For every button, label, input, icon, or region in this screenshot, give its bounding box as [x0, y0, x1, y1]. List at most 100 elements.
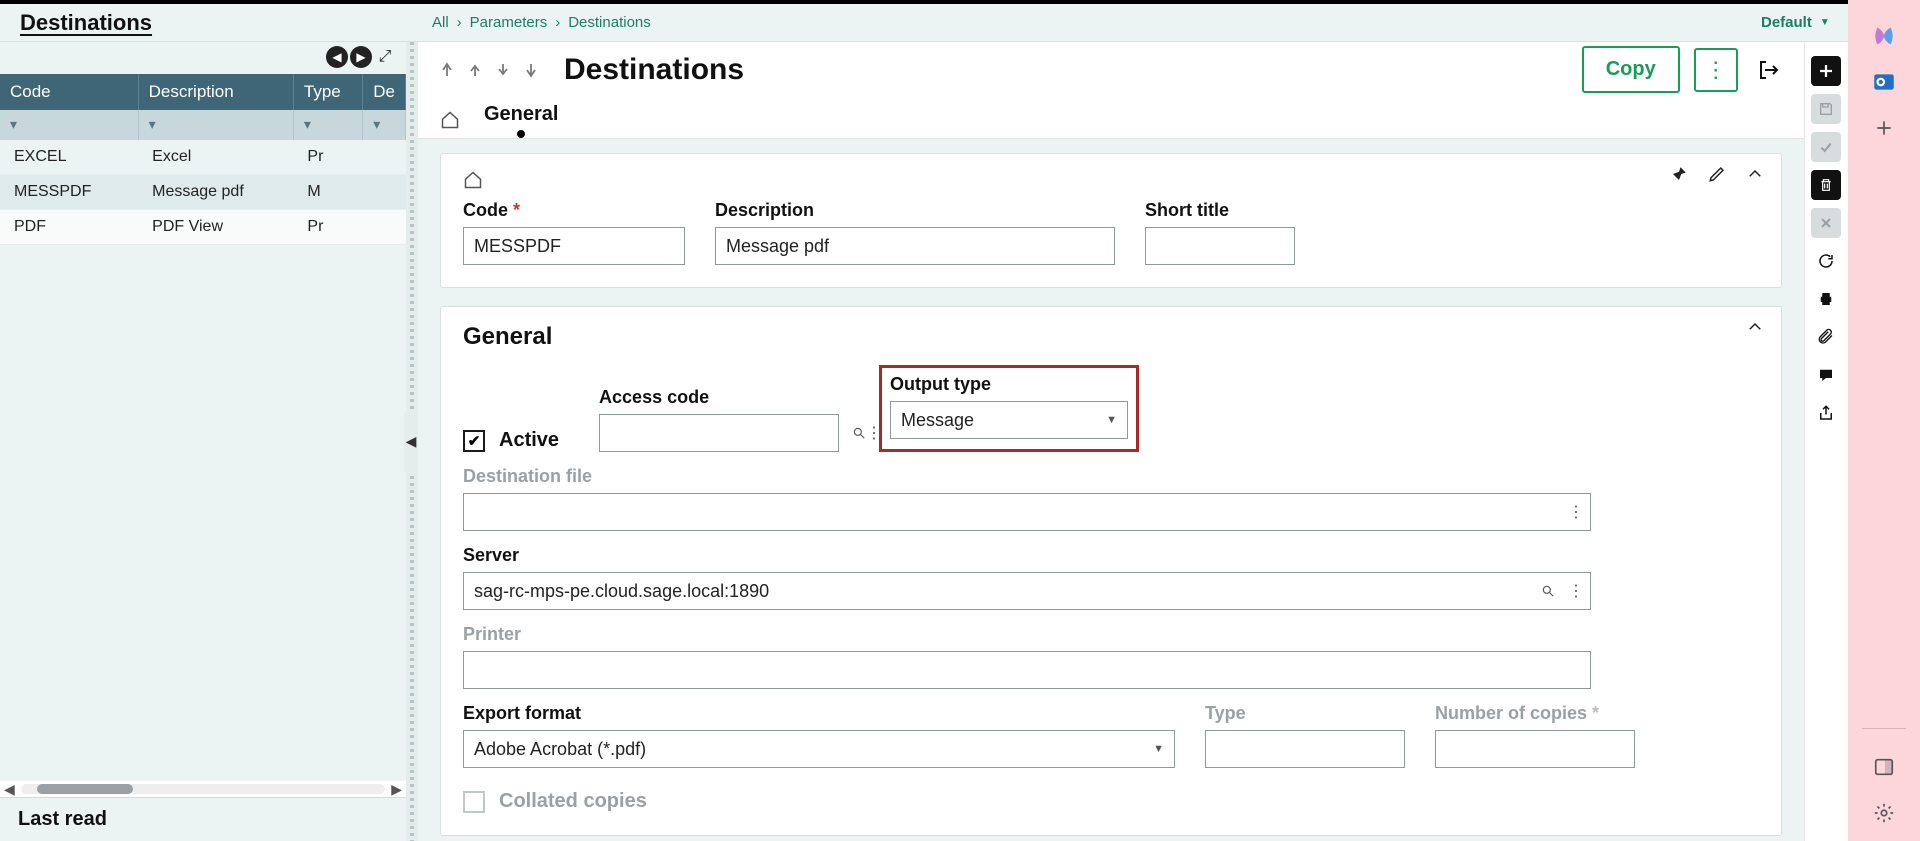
- col-header-de[interactable]: De: [363, 74, 406, 110]
- expand-panel-button[interactable]: ⤢: [374, 46, 396, 68]
- access-code-input[interactable]: [600, 423, 852, 444]
- cell-type: M: [293, 175, 405, 210]
- collated-checkbox[interactable]: ✔: [463, 791, 485, 813]
- add-tab-icon[interactable]: [1870, 114, 1898, 142]
- prev-page-button[interactable]: ◀: [326, 46, 348, 68]
- tab-general[interactable]: General: [484, 103, 558, 136]
- printer-label: Printer: [463, 624, 1591, 645]
- left-panel-title-wrap: Destinations: [0, 2, 166, 44]
- destination-file-input[interactable]: [464, 502, 1562, 523]
- output-type-select[interactable]: Message ▼: [890, 401, 1128, 439]
- left-list-panel: ◀ ▶ ⤢ Code Description Type De ▾ ▾ ▾: [0, 42, 406, 841]
- filter-icon[interactable]: ▾: [10, 116, 17, 132]
- collapse-card-icon[interactable]: [1745, 317, 1765, 337]
- collapse-left-icon[interactable]: ◀: [404, 412, 418, 472]
- home-tab-icon[interactable]: [440, 110, 460, 130]
- cell-desc: Excel: [138, 140, 293, 175]
- prev-record-button[interactable]: [464, 59, 486, 81]
- destinations-table: Code Description Type De ▾ ▾ ▾ ▾ EXCEL E…: [0, 74, 406, 245]
- exit-icon[interactable]: [1752, 53, 1786, 87]
- col-header-description[interactable]: Description: [138, 74, 293, 110]
- general-card: General ✔ Active Access code: [440, 306, 1782, 836]
- panel-splitter[interactable]: ◀: [406, 42, 418, 841]
- next-record-button[interactable]: [492, 59, 514, 81]
- code-input[interactable]: [464, 236, 716, 257]
- share-button[interactable]: [1811, 398, 1841, 428]
- copy-button[interactable]: Copy: [1582, 46, 1680, 93]
- col-header-type[interactable]: Type: [293, 74, 362, 110]
- page-title: Destinations: [564, 53, 744, 87]
- home-icon: [463, 170, 1759, 190]
- server-label: Server: [463, 545, 1591, 566]
- cell-code: MESSPDF: [0, 175, 138, 210]
- refresh-button[interactable]: [1811, 246, 1841, 276]
- type-input[interactable]: [1206, 739, 1458, 760]
- next-page-button[interactable]: ▶: [350, 46, 372, 68]
- new-button[interactable]: [1811, 56, 1841, 86]
- printer-input[interactable]: [464, 660, 1590, 681]
- cell-code: PDF: [0, 210, 138, 245]
- filter-icon[interactable]: ▾: [373, 116, 380, 132]
- export-format-value: Adobe Acrobat (*.pdf): [474, 739, 646, 760]
- print-button[interactable]: [1811, 284, 1841, 314]
- attachment-button[interactable]: [1811, 322, 1841, 352]
- scroll-left-icon[interactable]: ◀: [4, 781, 15, 798]
- field-menu-icon[interactable]: ⋮: [1562, 502, 1590, 522]
- caret-down-icon: ▼: [1153, 743, 1164, 755]
- table-row[interactable]: MESSPDF Message pdf M: [0, 175, 406, 210]
- edit-icon[interactable]: [1707, 164, 1727, 184]
- cell-desc: PDF View: [138, 210, 293, 245]
- description-input[interactable]: [716, 236, 1114, 257]
- copies-label: Number of copies *: [1435, 703, 1635, 724]
- server-input[interactable]: [464, 581, 1534, 602]
- header-card: Code * ⋮ Description: [440, 153, 1782, 288]
- pin-icon[interactable]: [1669, 164, 1689, 184]
- more-actions-button[interactable]: ⋮: [1694, 48, 1738, 92]
- settings-icon[interactable]: [1870, 799, 1898, 827]
- active-checkbox[interactable]: ✔: [463, 430, 485, 452]
- cell-code: EXCEL: [0, 140, 138, 175]
- scroll-right-icon[interactable]: ▶: [391, 781, 402, 798]
- delete-button[interactable]: [1811, 170, 1841, 200]
- export-format-select[interactable]: Adobe Acrobat (*.pdf) ▼: [463, 730, 1175, 768]
- chevron-right-icon: ›: [555, 14, 560, 31]
- table-row[interactable]: EXCEL Excel Pr: [0, 140, 406, 175]
- collated-label: Collated copies: [499, 790, 647, 813]
- last-record-button[interactable]: [520, 59, 542, 81]
- top-bar: Destinations All › Parameters › Destinat…: [0, 4, 1848, 42]
- comment-button[interactable]: [1811, 360, 1841, 390]
- search-icon[interactable]: [1534, 584, 1562, 598]
- copies-input[interactable]: [1436, 739, 1688, 760]
- endpoint-selector[interactable]: Default ▼: [1761, 14, 1848, 31]
- search-icon[interactable]: [852, 426, 866, 440]
- copilot-icon[interactable]: [1870, 22, 1898, 50]
- access-code-label: Access code: [599, 387, 839, 408]
- col-header-code[interactable]: Code: [0, 74, 138, 110]
- breadcrumb-destinations[interactable]: Destinations: [568, 14, 651, 31]
- panel-toggle-icon[interactable]: [1870, 753, 1898, 781]
- table-row[interactable]: PDF PDF View Pr: [0, 210, 406, 245]
- cell-desc: Message pdf: [138, 175, 293, 210]
- code-label: Code *: [463, 200, 685, 221]
- save-button[interactable]: [1811, 94, 1841, 124]
- short-title-input[interactable]: [1146, 236, 1398, 257]
- cancel-button[interactable]: [1811, 208, 1841, 238]
- first-record-button[interactable]: [436, 59, 458, 81]
- short-title-label: Short title: [1145, 200, 1295, 221]
- last-read-section[interactable]: Last read: [0, 797, 406, 841]
- filter-icon[interactable]: ▾: [304, 116, 311, 132]
- outlook-icon[interactable]: [1870, 68, 1898, 96]
- create-button[interactable]: [1811, 132, 1841, 162]
- export-format-label: Export format: [463, 703, 1175, 724]
- cell-type: Pr: [293, 210, 405, 245]
- type-label: Type: [1205, 703, 1405, 724]
- breadcrumb-all[interactable]: All: [432, 14, 449, 31]
- breadcrumb-parameters[interactable]: Parameters: [470, 14, 548, 31]
- active-label: Active: [499, 429, 559, 452]
- os-sidebar: [1848, 0, 1920, 841]
- filter-icon[interactable]: ▾: [149, 116, 156, 132]
- field-menu-icon[interactable]: ⋮: [1562, 581, 1590, 601]
- horizontal-scrollbar[interactable]: ◀ ▶: [0, 781, 406, 797]
- collapse-card-icon[interactable]: [1745, 164, 1765, 184]
- destination-file-label: Destination file: [463, 466, 1591, 487]
